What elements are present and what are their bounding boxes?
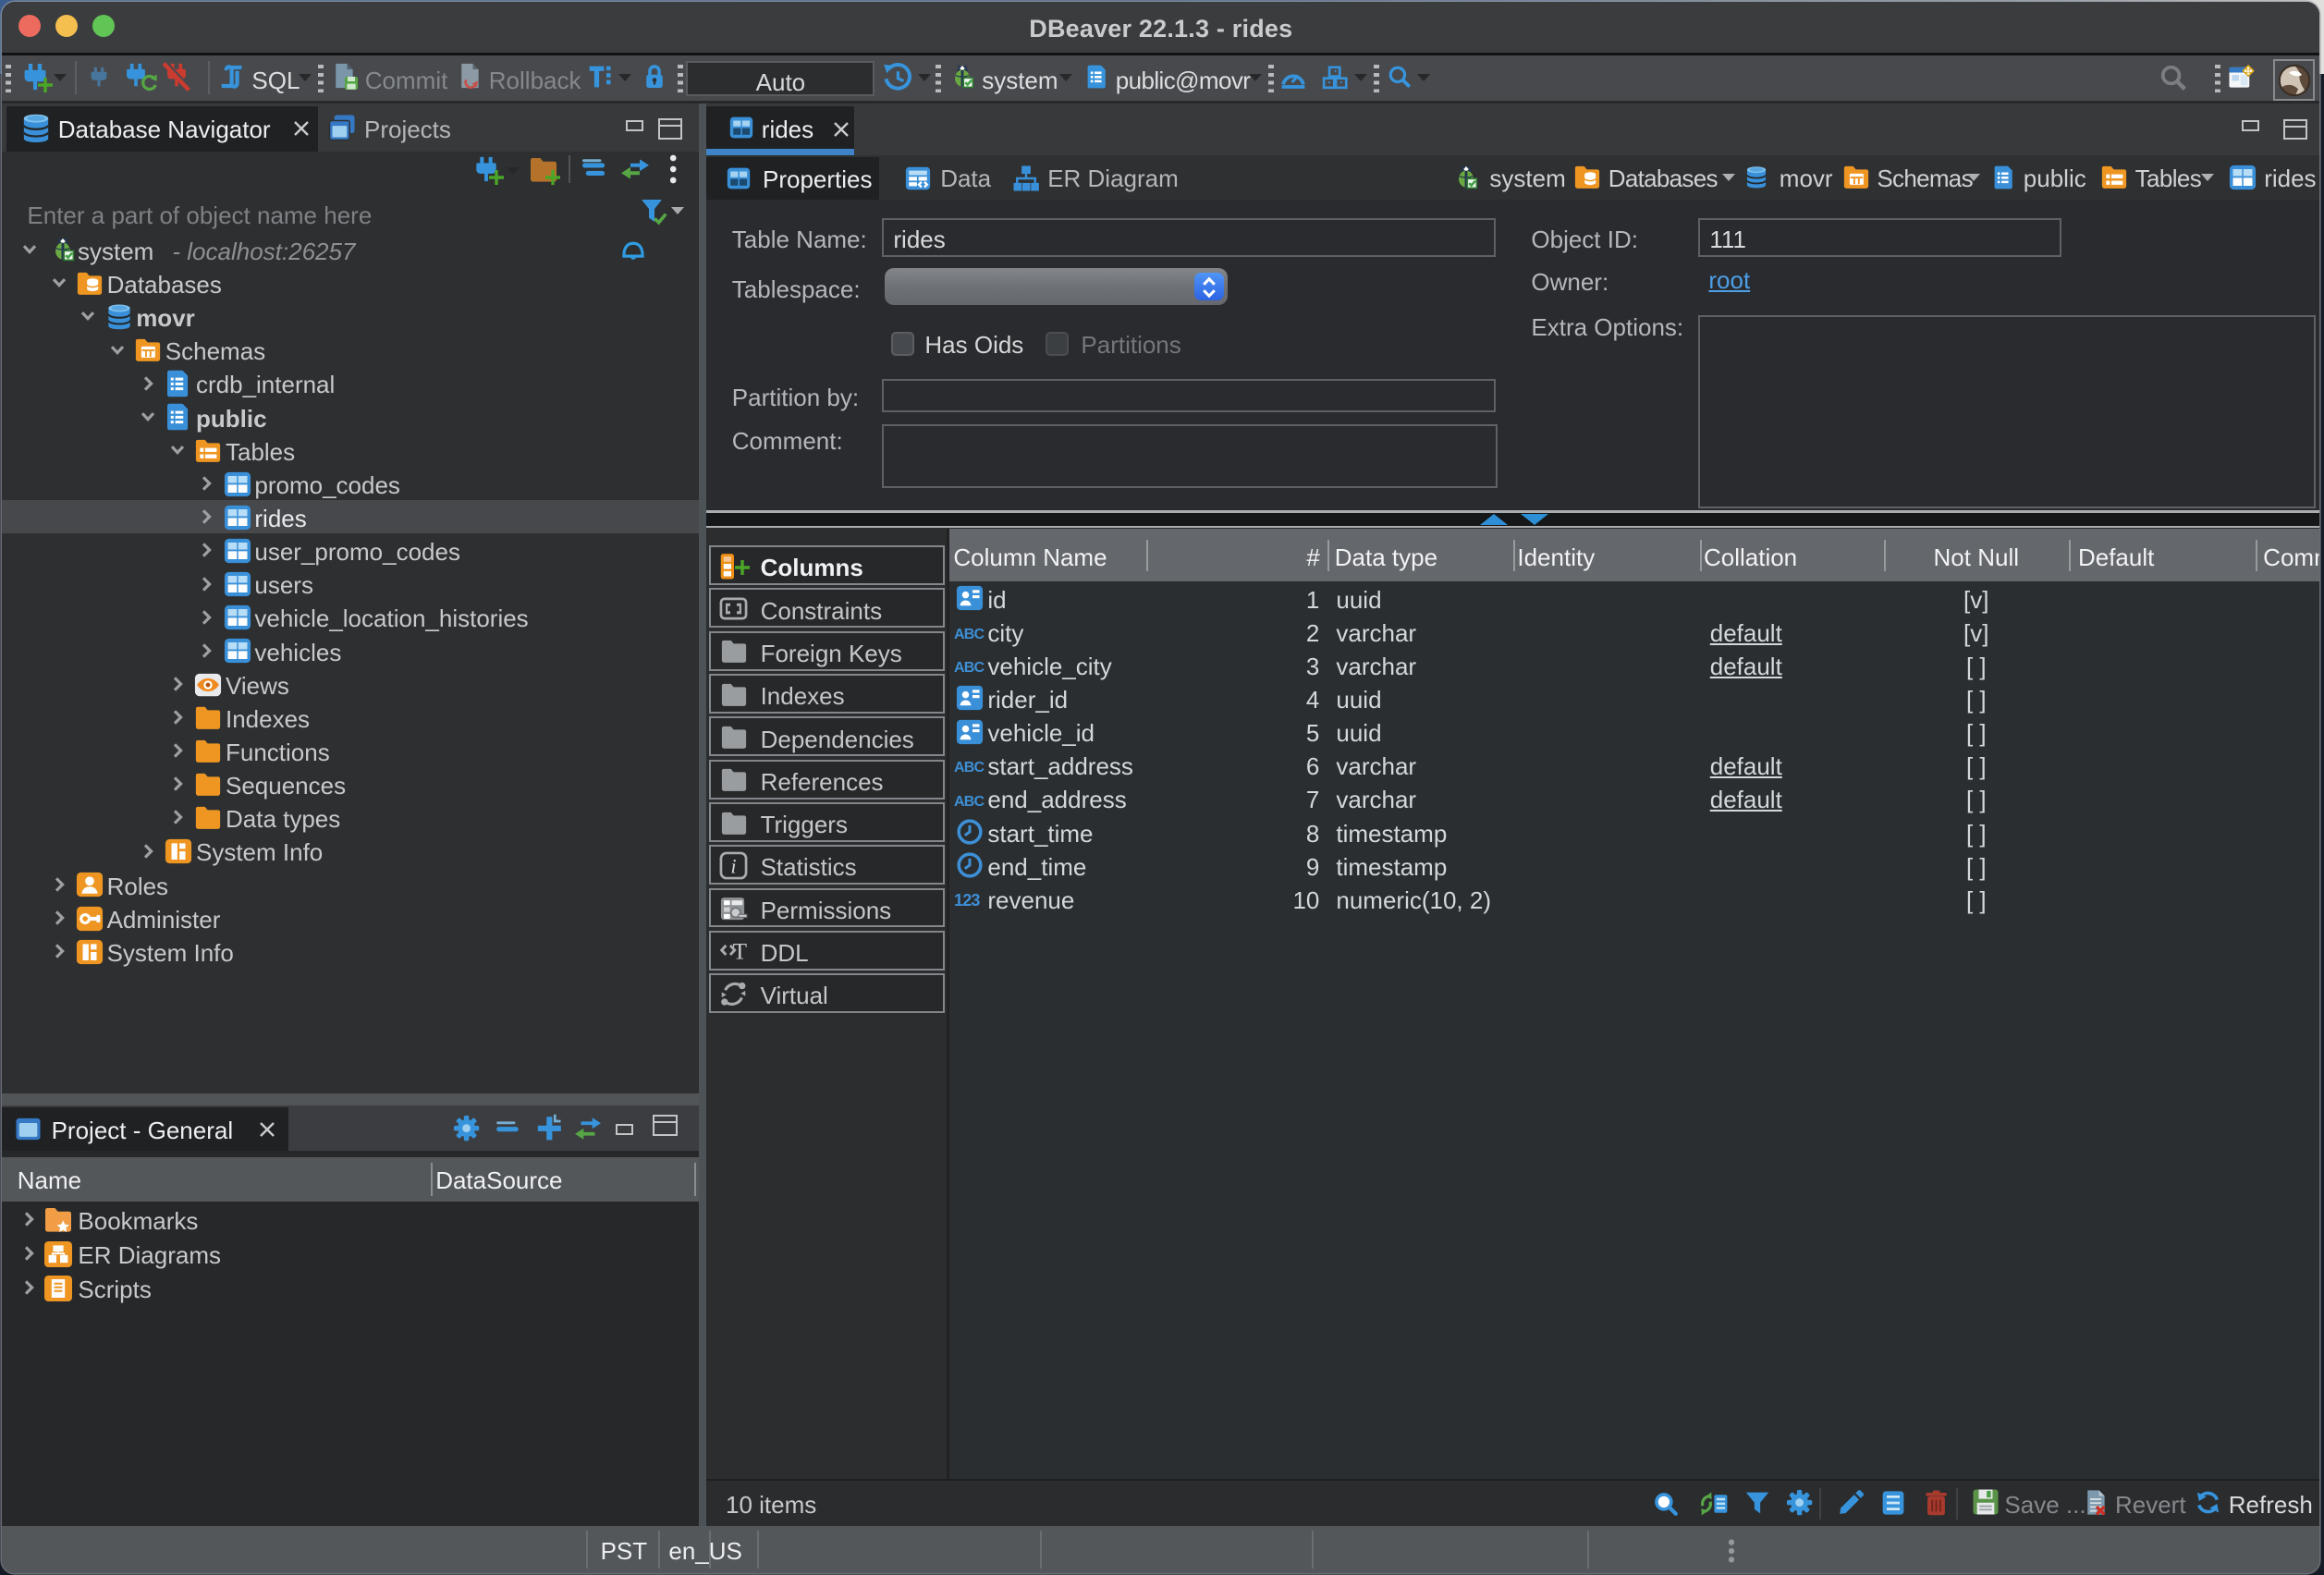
svg-text:ABC: ABC — [954, 627, 985, 642]
svg-text:ABC: ABC — [954, 660, 985, 676]
svg-text:123: 123 — [954, 891, 980, 910]
svg-text:ABC: ABC — [954, 760, 985, 775]
svg-text:ABC: ABC — [954, 794, 985, 810]
